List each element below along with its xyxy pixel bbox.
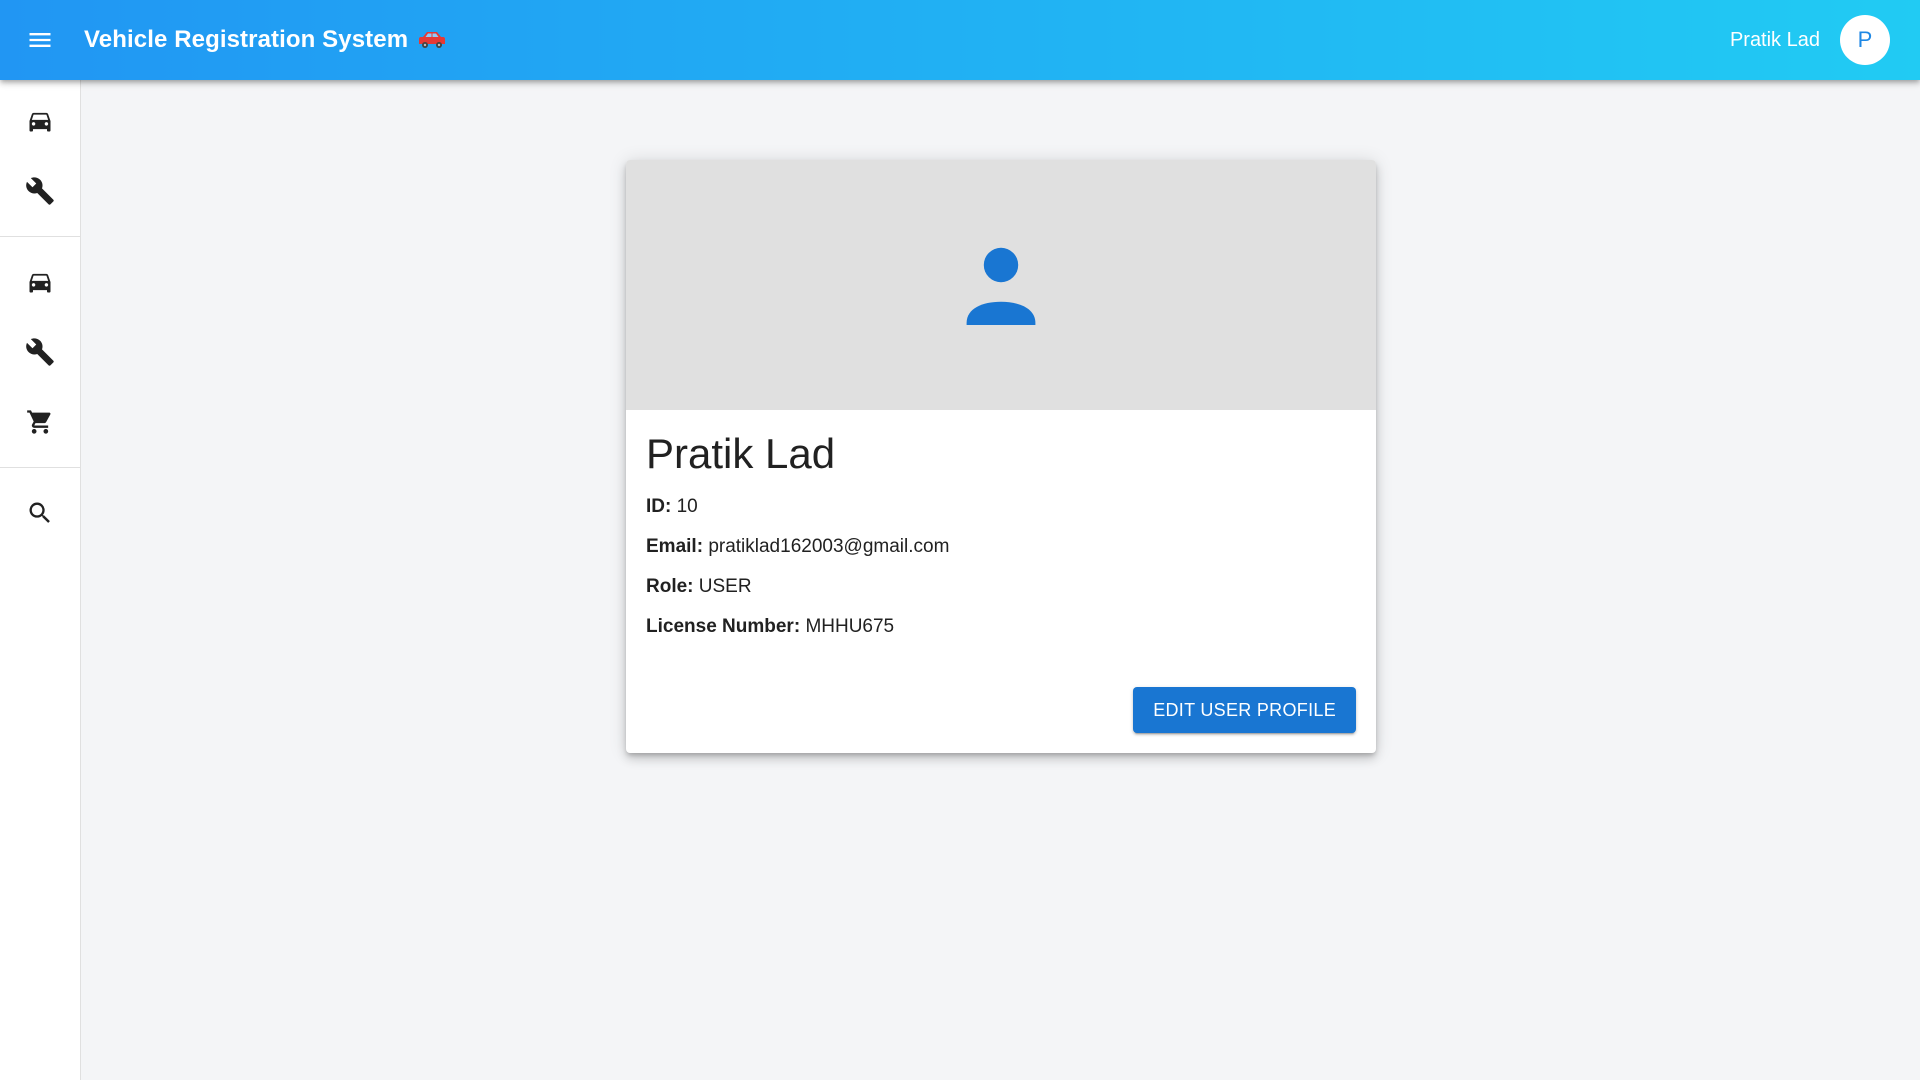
profile-role-row: Role: USER [646,576,1356,598]
field-label: License Number: [646,616,801,637]
avatar-letter: P [1857,27,1873,52]
sidebar-divider [0,467,80,468]
profile-id-row: ID: 10 [646,496,1356,518]
card-actions: EDIT USER PROFILE [1133,687,1356,733]
car-icon [29,112,51,132]
app-bar: Vehicle Registration System Pratik Lad P [0,0,1920,80]
field-label: Role: [646,576,694,597]
user-profile-card: Pratik Lad ID: 10 Email: pratiklad162003… [626,160,1376,753]
sidebar-item-services-2[interactable] [0,317,80,387]
field-value: pratiklad162003@gmail.com [708,536,950,557]
profile-license-row: License Number: MHHU675 [646,616,1356,638]
field-label: Email: [646,536,704,557]
car-icon [29,273,51,293]
field-value: USER [698,576,752,597]
profile-content: Pratik Lad ID: 10 Email: pratiklad162003… [626,410,1376,638]
user-avatar[interactable]: P [1840,15,1890,65]
profile-name: Pratik Lad [646,430,836,477]
sidebar [0,80,81,1080]
cart-icon [27,410,51,434]
field-value: 10 [676,496,698,517]
search-icon [29,502,50,523]
appbar-user-name: Pratik Lad [1729,28,1820,51]
sidebar-item-services[interactable] [0,156,80,226]
red-car-icon [418,29,446,51]
profile-media [626,160,1376,410]
menu-button[interactable] [16,16,64,64]
menu-icon [29,33,51,47]
edit-user-profile-button[interactable]: EDIT USER PROFILE [1133,687,1356,733]
field-label: ID: [646,496,672,517]
sidebar-item-vehicles[interactable] [0,86,80,156]
person-icon [966,247,1036,325]
sidebar-item-vehicles-2[interactable] [0,247,80,317]
sidebar-item-cart[interactable] [0,387,80,457]
sidebar-item-search[interactable] [0,478,80,548]
sidebar-divider [0,236,80,237]
profile-email-row: Email: pratiklad162003@gmail.com [646,536,1356,558]
app-title: Vehicle Registration System [84,26,409,53]
wrench-icon [26,177,54,205]
wrench-icon [26,338,54,366]
field-value: MHHU675 [805,616,895,637]
